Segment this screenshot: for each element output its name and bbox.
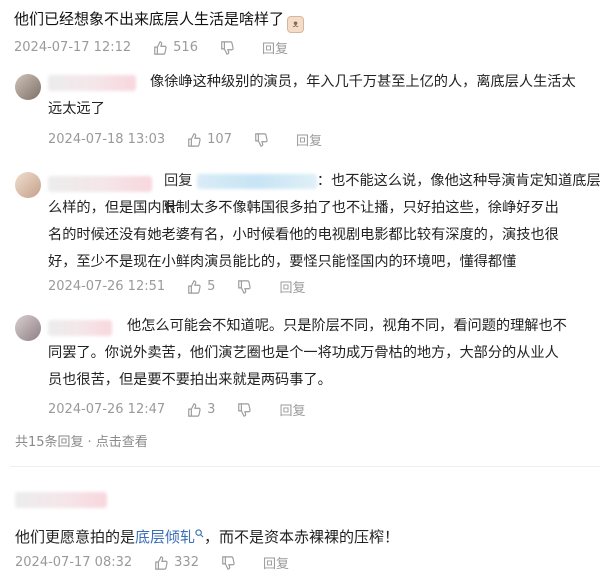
comment-date: 2024-07-17 08:32 xyxy=(15,555,133,570)
comment-date: 2024-07-26 12:51 xyxy=(48,279,166,294)
like-count: 5 xyxy=(207,279,216,294)
comment-text: 他们更愿意拍的是 xyxy=(15,528,136,546)
reply-button[interactable]: 回复 xyxy=(279,277,305,296)
dislike-button[interactable] xyxy=(254,132,274,147)
like-button[interactable]: 5 xyxy=(187,279,215,294)
reply-1-meta: 2024-07-18 13:03 107 回复 xyxy=(48,130,322,149)
comment-text: ，而不是资本赤裸裸的压榨！ xyxy=(204,528,400,546)
reply-3-line-1: 他怎么可能会不知道呢。只是阶层不同，视角不同，看问题的理解也不 xyxy=(127,318,567,334)
top-comment-text: 他们已经想象不出来底层人生活是啥样了 ᴥ xyxy=(14,8,305,33)
like-button[interactable]: 332 xyxy=(154,555,199,570)
bottom-comment-meta: 2024-07-17 08:32 332 回复 xyxy=(15,553,289,572)
username-blurred[interactable] xyxy=(48,320,112,336)
thumb-down-icon xyxy=(222,555,235,570)
pig-emoji-icon: ᴥ xyxy=(287,16,305,33)
reply-3-line-2: 同罢了。你说外卖苦，他们演艺圈也是个一将功成万骨枯的地方，大部分的从业人 xyxy=(48,345,559,361)
like-count: 107 xyxy=(207,132,232,147)
like-button[interactable]: 107 xyxy=(187,132,232,147)
total-replies-count: 共15条回复 xyxy=(15,435,84,450)
reply-prefix: 回复 xyxy=(164,173,193,189)
thumb-down-icon xyxy=(255,132,268,147)
topic-link[interactable]: 底层倾轧 xyxy=(135,528,195,546)
comment-date: 2024-07-17 12:12 xyxy=(14,40,132,55)
separator-dot: · xyxy=(87,435,92,450)
bottom-comment-text: 他们更愿意拍的是底层倾轧 ，而不是资本赤裸裸的压榨！ xyxy=(15,524,399,547)
reply-button[interactable]: 回复 xyxy=(263,553,289,572)
top-comment-meta: 2024-07-17 12:12 516 回复 xyxy=(14,38,288,57)
mention-blurred[interactable] xyxy=(196,173,317,189)
username-blurred[interactable] xyxy=(15,492,107,508)
comment-date: 2024-07-18 13:03 xyxy=(48,132,166,147)
like-count: 516 xyxy=(173,40,198,55)
reply-1-line-1: 像徐峥这种级别的演员，年入几千万甚至上亿的人，离底层人生活太 xyxy=(150,74,576,90)
username-blurred[interactable] xyxy=(48,75,136,91)
thumb-down-icon xyxy=(238,402,252,417)
divider xyxy=(10,466,600,467)
username-blurred[interactable] xyxy=(48,176,152,192)
reply-button[interactable]: 回复 xyxy=(279,400,305,419)
like-button[interactable]: 3 xyxy=(187,402,215,417)
dislike-button[interactable] xyxy=(220,40,240,55)
like-count: 3 xyxy=(207,402,216,417)
top-comment-body: 他们已经想象不出来底层人生活是啥样了 xyxy=(14,10,285,28)
dislike-button[interactable] xyxy=(237,402,257,417)
thumb-up-icon xyxy=(155,555,168,570)
dislike-button[interactable] xyxy=(237,279,257,294)
like-count: 332 xyxy=(174,555,199,570)
reply-2-line-3: 名的时候还没有她老婆有名，小时候看他的电视剧电影都比较有深度的，演技也很 xyxy=(48,227,559,243)
reply-1-line-2: 远太远了 xyxy=(48,101,105,117)
thumb-down-icon xyxy=(221,40,234,55)
avatar[interactable] xyxy=(15,172,41,198)
avatar[interactable] xyxy=(15,74,41,100)
thumb-up-icon xyxy=(188,402,201,417)
reply-2-meta: 2024-07-26 12:51 5 回复 xyxy=(48,277,305,296)
like-button[interactable]: 516 xyxy=(153,40,198,55)
replies-summary: 共15条回复 · 点击查看 xyxy=(15,431,148,450)
thumb-up-icon xyxy=(188,279,201,294)
reply-button[interactable]: 回复 xyxy=(296,130,322,149)
reply-2-line-2: 么样的，但是国内限制太多不像韩国很多拍了也不让播，只好拍这些，徐峥好歹出 xyxy=(48,200,559,216)
thumb-down-icon xyxy=(238,279,252,294)
search-icon[interactable] xyxy=(195,524,204,542)
reply-3-line-3: 员也很苦，但是要不要拍出来就是两码事了。 xyxy=(48,372,332,388)
view-replies-link[interactable]: 点击查看 xyxy=(96,435,148,450)
comment-date: 2024-07-26 12:47 xyxy=(48,402,166,417)
thumb-up-icon xyxy=(154,40,167,55)
avatar[interactable] xyxy=(15,315,41,341)
thumb-up-icon xyxy=(188,132,201,147)
dislike-button[interactable] xyxy=(221,555,241,570)
reply-3-meta: 2024-07-26 12:47 3 回复 xyxy=(48,400,305,419)
reply-button[interactable]: 回复 xyxy=(262,38,288,57)
reply-2-line-4: 好，至少不是现在小鲜肉演员能比的，要怪只能怪国内的环境吧，懂得都懂 xyxy=(48,254,517,270)
